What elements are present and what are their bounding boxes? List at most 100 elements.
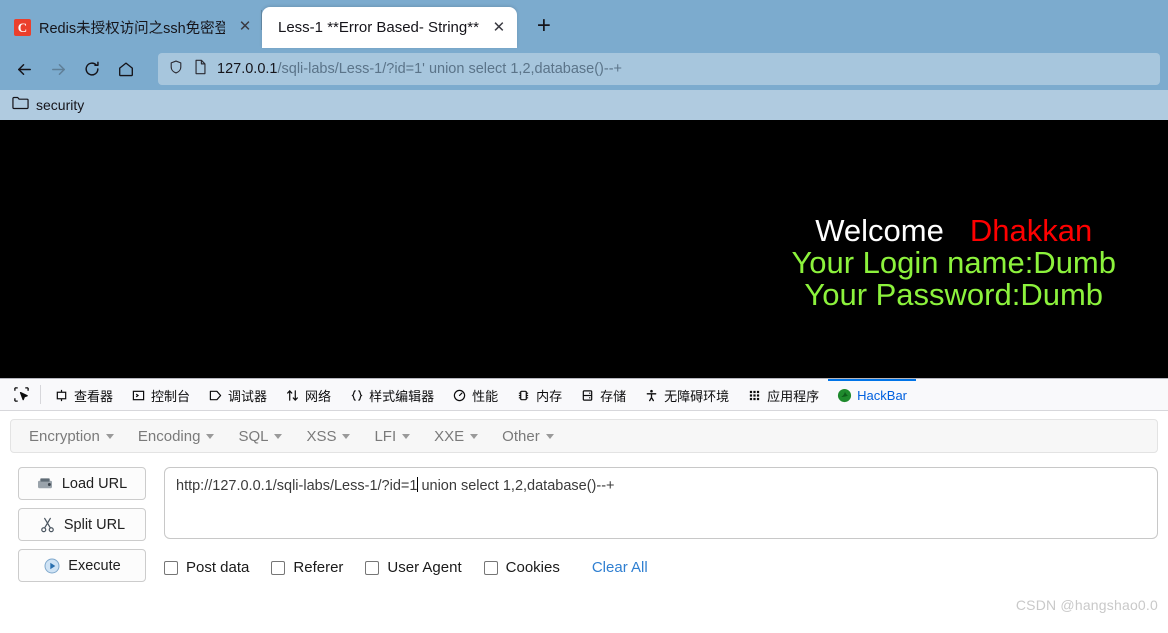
menu-lfi[interactable]: LFI (362, 428, 422, 445)
button-label: Split URL (63, 516, 126, 533)
checkbox-label: User Agent (387, 559, 462, 576)
menu-other[interactable]: Other (490, 428, 566, 445)
menu-label: Other (502, 427, 540, 445)
hackbar-menu-bar: Encryption Encoding SQL XSS LFI XXE Othe… (10, 419, 1158, 453)
performance-icon (452, 388, 467, 403)
tab-label: 无障碍环境 (664, 389, 730, 404)
csdn-c-icon: C (14, 18, 31, 36)
checkbox-label: Cookies (505, 559, 560, 576)
devtools-tab-hackbar[interactable]: HackBar (828, 379, 917, 410)
style-editor-icon (349, 388, 364, 403)
menu-sql[interactable]: SQL (226, 428, 294, 445)
menu-label: XSS (306, 427, 337, 445)
element-picker-icon[interactable] (6, 379, 36, 410)
reload-icon[interactable] (76, 53, 108, 85)
forward-icon[interactable] (42, 53, 74, 85)
devtools-tab-console[interactable]: 控制台 (122, 379, 199, 410)
memory-icon (516, 388, 531, 403)
accessibility-icon (644, 388, 659, 403)
chevron-down-icon (274, 433, 283, 439)
checkbox-label: Referer (293, 559, 344, 576)
devtools-tab-storage[interactable]: 存储 (571, 379, 635, 410)
play-icon (43, 557, 60, 574)
checkbox-referer[interactable]: Referer (271, 559, 343, 576)
close-icon[interactable]: ✕ (237, 19, 253, 35)
chevron-down-icon (545, 433, 554, 439)
devtools-panel: 查看器 控制台 调试器 网络 样式编辑器 性能 内存 存储 无障碍环境 应用程序… (0, 378, 1168, 619)
url-textarea[interactable]: http://127.0.0.1/sqli-labs/Less-1/?id=1 … (164, 467, 1158, 539)
url-text: 127.0.0.1/sqli-labs/Less-1/?id=1' union … (217, 61, 622, 77)
dhakkan-text: Dhakkan (969, 213, 1093, 248)
browser-window: C Redis未授权访问之ssh免密登录 ✕ Less-1 **Error Ba… (0, 0, 1168, 619)
load-url-button[interactable]: Load URL (18, 467, 146, 500)
tab-label: 性能 (472, 389, 499, 404)
close-icon[interactable]: ✕ (491, 20, 507, 36)
execute-button[interactable]: Execute (18, 549, 146, 582)
browser-tab-less1[interactable]: Less-1 **Error Based- String** ✕ (262, 7, 517, 48)
tab-label: 应用程序 (767, 389, 820, 404)
devtools-tab-style-editor[interactable]: 样式编辑器 (340, 379, 443, 410)
bookmark-item-security[interactable]: security (12, 95, 84, 115)
navigation-toolbar: 127.0.0.1/sqli-labs/Less-1/?id=1' union … (0, 48, 1168, 90)
hackbar-body: Load URL Split URL Execute http://127.0.… (10, 453, 1158, 582)
hackbar-options-row: Post data Referer User Agent Cookies Cle… (164, 559, 1158, 576)
devtools-tab-memory[interactable]: 内存 (507, 379, 571, 410)
checkbox-box[interactable] (365, 560, 380, 575)
menu-label: XXE (434, 427, 465, 445)
tab-label: HackBar (857, 388, 908, 403)
tab-label: 查看器 (74, 389, 114, 404)
checkbox-box[interactable] (483, 560, 498, 575)
new-tab-button[interactable]: + (527, 10, 561, 44)
url-value-after-caret: union select 1,2,database()--+ (417, 478, 615, 494)
sqli-result-block: Welcome Dhakkan Your Login name:Dumb Your… (791, 215, 1116, 311)
checkbox-box[interactable] (271, 560, 286, 575)
clear-all-link[interactable]: Clear All (592, 559, 648, 576)
devtools-tab-application[interactable]: 应用程序 (738, 379, 828, 410)
split-url-button[interactable]: Split URL (18, 508, 146, 541)
home-icon[interactable] (110, 53, 142, 85)
checkbox-post-data[interactable]: Post data (164, 559, 249, 576)
tab-strip: C Redis未授权访问之ssh免密登录 ✕ Less-1 **Error Ba… (0, 0, 1168, 48)
checkbox-user-agent[interactable]: User Agent (365, 559, 462, 576)
chevron-down-icon (206, 433, 215, 439)
tab-label: 调试器 (228, 389, 268, 404)
menu-label: Encryption (29, 427, 100, 445)
devtools-tab-debugger[interactable]: 调试器 (199, 379, 276, 410)
chevron-down-icon (342, 433, 351, 439)
storage-icon (580, 388, 595, 403)
tab-label: 存储 (600, 389, 627, 404)
button-label: Load URL (61, 475, 128, 492)
url-path: /sqli-labs/Less-1/?id=1' union select 1,… (277, 61, 623, 77)
devtools-tab-bar: 查看器 控制台 调试器 网络 样式编辑器 性能 内存 存储 无障碍环境 应用程序… (0, 379, 1168, 411)
menu-encryption[interactable]: Encryption (17, 428, 126, 445)
folder-icon (12, 95, 29, 115)
menu-label: Encoding (137, 427, 201, 445)
menu-encoding[interactable]: Encoding (126, 428, 227, 445)
url-host: 127.0.0.1 (217, 61, 278, 77)
console-icon (131, 388, 146, 403)
inspector-icon (54, 388, 69, 403)
tab-title: Redis未授权访问之ssh免密登录 (39, 20, 225, 37)
chevron-down-icon (470, 433, 479, 439)
devtools-divider (40, 385, 41, 404)
page-icon (193, 59, 208, 80)
hackbar-action-buttons: Load URL Split URL Execute (18, 467, 146, 582)
watermark: CSDN @hangshao0.0 (1015, 597, 1158, 613)
devtools-tab-inspector[interactable]: 查看器 (45, 379, 122, 410)
browser-tab-redis[interactable]: C Redis未授权访问之ssh免密登录 ✕ (4, 7, 261, 47)
menu-xxe[interactable]: XXE (422, 428, 490, 445)
menu-xss[interactable]: XSS (294, 428, 362, 445)
hackbar-panel: Encryption Encoding SQL XSS LFI XXE Othe… (0, 411, 1168, 619)
checkbox-box[interactable] (164, 560, 178, 575)
back-icon[interactable] (8, 53, 40, 85)
password-line: Your Password:Dumb (804, 276, 1104, 312)
address-bar[interactable]: 127.0.0.1/sqli-labs/Less-1/?id=1' union … (158, 53, 1160, 85)
button-label: Execute (68, 557, 121, 574)
devtools-tab-network[interactable]: 网络 (276, 379, 340, 410)
page-viewport: Welcome Dhakkan Your Login name:Dumb Your… (0, 120, 1168, 378)
devtools-tab-accessibility[interactable]: 无障碍环境 (635, 379, 738, 410)
checkbox-cookies[interactable]: Cookies (483, 559, 560, 576)
bookmark-label: security (36, 97, 85, 113)
tab-label: 控制台 (151, 389, 191, 404)
devtools-tab-performance[interactable]: 性能 (443, 379, 507, 410)
